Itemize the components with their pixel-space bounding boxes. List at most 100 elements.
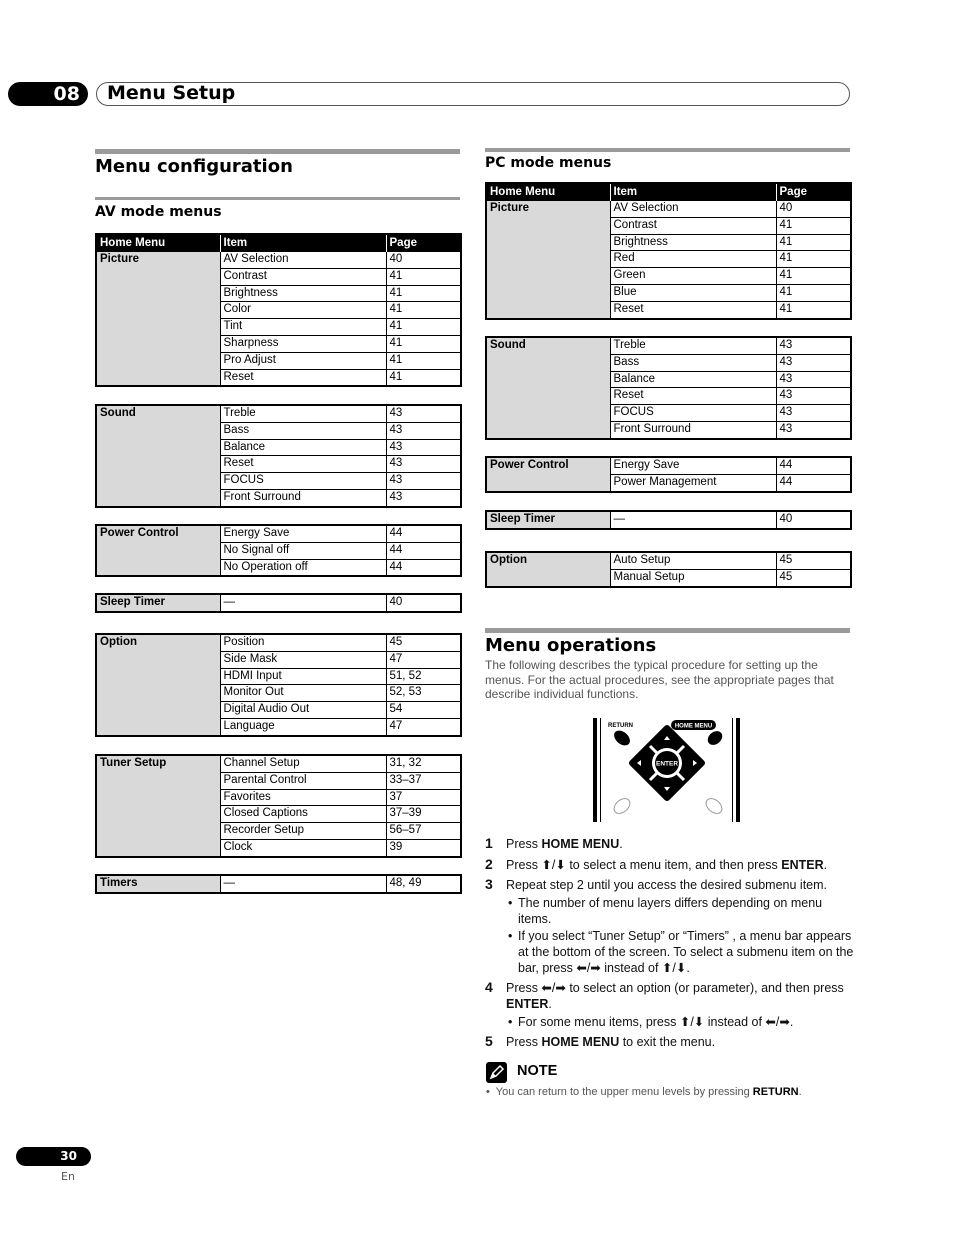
- home-menu-cell: Power Control: [95, 524, 221, 577]
- step-bullet: For some menu items, press ⬆/⬇ instead o…: [506, 1014, 855, 1030]
- step-text: Repeat step 2 until you access the desir…: [506, 878, 828, 892]
- item-cell: No Signal off: [219, 541, 387, 560]
- home-menu-cell: Sleep Timer: [485, 510, 611, 530]
- item-cell: Red: [609, 250, 777, 269]
- note-label: NOTE: [517, 1063, 558, 1079]
- table-row: Sound Treble 43: [485, 336, 852, 440]
- item-cell: Clock: [219, 838, 387, 858]
- home-menu-label: HOME MENU: [675, 724, 712, 730]
- item-cell: Brightness: [609, 233, 777, 252]
- page-cell: 47: [385, 650, 462, 669]
- step-item: 5 Press HOME MENU to exit the menu.: [485, 1033, 855, 1051]
- column-header: Page: [775, 183, 851, 201]
- menu-table-power-control: Power Control Energy Save 44 No Signal off 4…: [95, 524, 462, 578]
- home-menu-button[interactable]: [705, 728, 725, 747]
- page-cell: 31, 32: [385, 754, 462, 773]
- page-cell: 48, 49: [385, 874, 462, 894]
- item-cell: Green: [609, 267, 777, 285]
- av-mode-heading: AV mode menus: [95, 204, 222, 220]
- item-cell: Reset: [219, 368, 387, 387]
- table-row: Power Control Energy Save 44: [485, 456, 852, 493]
- page-cell: 41: [385, 334, 462, 353]
- item-cell: No Operation off: [219, 558, 387, 577]
- item-cell: Reset: [609, 300, 777, 320]
- item-cell: FOCUS: [219, 472, 387, 490]
- return-button[interactable]: [611, 728, 633, 749]
- step-number: 1: [485, 835, 493, 851]
- page-cell: 44: [775, 456, 852, 475]
- step-number: 4: [485, 978, 493, 995]
- step-item: 3 Repeat step 2 until you access the desi…: [485, 876, 855, 976]
- menu-table-sleep-timer: Sleep Timer —40: [485, 510, 852, 530]
- item-cell: Bass: [219, 421, 387, 440]
- home-menu-cell: Sound: [95, 404, 221, 508]
- table-row: Timers —48, 49: [95, 874, 462, 894]
- menu-table-picture: Home Menu Item Page Picture AV Selection 40 Co…: [485, 182, 852, 320]
- item-cell: Bass: [609, 353, 777, 372]
- menu-table-option: Option Position 45 Side Mask 47 HDMI Input 51,…: [95, 633, 462, 737]
- page-cell: 51, 52: [385, 667, 462, 686]
- page-cell: 41: [775, 300, 852, 320]
- table-header-row: Home Menu Item Page: [485, 183, 851, 201]
- item-cell: —: [219, 593, 387, 613]
- page-cell: 37–39: [385, 805, 462, 824]
- item-cell: Energy Save: [609, 456, 777, 475]
- chapter-number-badge: 08: [8, 82, 88, 106]
- page-cell: 33–37: [385, 771, 462, 790]
- item-cell: Front Surround: [219, 488, 387, 508]
- item-cell: AV Selection: [219, 251, 387, 269]
- steps-list: 1 Press HOME MENU. 2 Press ⬆/⬇ to select a …: [485, 835, 855, 1054]
- table-row: Option Auto Setup 45: [485, 551, 852, 588]
- step-item: 1 Press HOME MENU.: [485, 835, 855, 853]
- home-menu-cell: Power Control: [485, 456, 611, 493]
- home-menu-cell: Picture: [485, 199, 611, 320]
- item-cell: Pro Adjust: [219, 351, 387, 370]
- page-cell: 41: [385, 318, 462, 336]
- step-text: Press ⬅/➡ to select an option (or parame…: [506, 980, 844, 1012]
- menu-table-tuner-setup: Tuner Setup Channel Setup 31, 32 Parental C…: [95, 754, 462, 858]
- page-cell: 45: [775, 568, 852, 588]
- home-menu-cell: Option: [95, 633, 221, 737]
- page-cell: 44: [775, 473, 852, 493]
- item-cell: Reset: [219, 455, 387, 474]
- step-number: 3: [485, 876, 493, 892]
- table-row: Power Control Energy Save 44: [95, 524, 462, 577]
- item-cell: AV Selection: [609, 200, 777, 218]
- page-cell: 43: [385, 421, 462, 440]
- page-cell: 41: [385, 368, 462, 387]
- step-item: 2 Press ⬆/⬇ to select a menu item, and th…: [485, 855, 855, 874]
- page-number-badge: 30: [16, 1147, 91, 1166]
- page-cell: 41: [385, 284, 462, 303]
- page-cell: 41: [775, 216, 852, 235]
- section-rule: [485, 628, 850, 633]
- item-cell: Manual Setup: [609, 568, 777, 588]
- column-header: Home Menu: [485, 183, 610, 201]
- direction-pad[interactable]: ENTER: [629, 725, 705, 801]
- home-menu-cell: Option: [485, 551, 611, 588]
- section-rule: [485, 148, 850, 152]
- item-cell: Contrast: [219, 267, 387, 286]
- page-cell: 39: [385, 838, 462, 858]
- note-text-body: You can return to the upper menu levels …: [495, 1086, 753, 1098]
- page-cell: 41: [775, 233, 852, 252]
- page-cell: 40: [385, 593, 462, 613]
- subsection-rule: [95, 197, 460, 200]
- table-row: Option Position 45: [95, 633, 462, 737]
- home-menu-cell: Picture: [95, 251, 221, 387]
- home-menu-cell: Tuner Setup: [95, 754, 221, 858]
- home-menu-cell: Sound: [485, 336, 611, 440]
- page-cell: 41: [775, 283, 852, 302]
- page-cell: 44: [385, 524, 462, 543]
- item-cell: Treble: [609, 336, 777, 355]
- item-cell: Favorites: [219, 788, 387, 807]
- menu-table-option: Option Auto Setup 45 Manual Setup 45: [485, 551, 852, 588]
- note-text-end: .: [798, 1086, 802, 1098]
- table-row: Tuner Setup Channel Setup 31, 32: [95, 754, 462, 858]
- note-return-key: RETURN: [752, 1086, 799, 1098]
- item-cell: Tint: [219, 318, 387, 336]
- table-row: Sound Treble 43: [95, 404, 462, 508]
- step-number: 2: [485, 855, 493, 872]
- pc-mode-heading: PC mode menus: [485, 155, 612, 171]
- column-header: Item: [609, 183, 776, 201]
- menu-operations-intro: The following describes the typical proc…: [485, 658, 834, 701]
